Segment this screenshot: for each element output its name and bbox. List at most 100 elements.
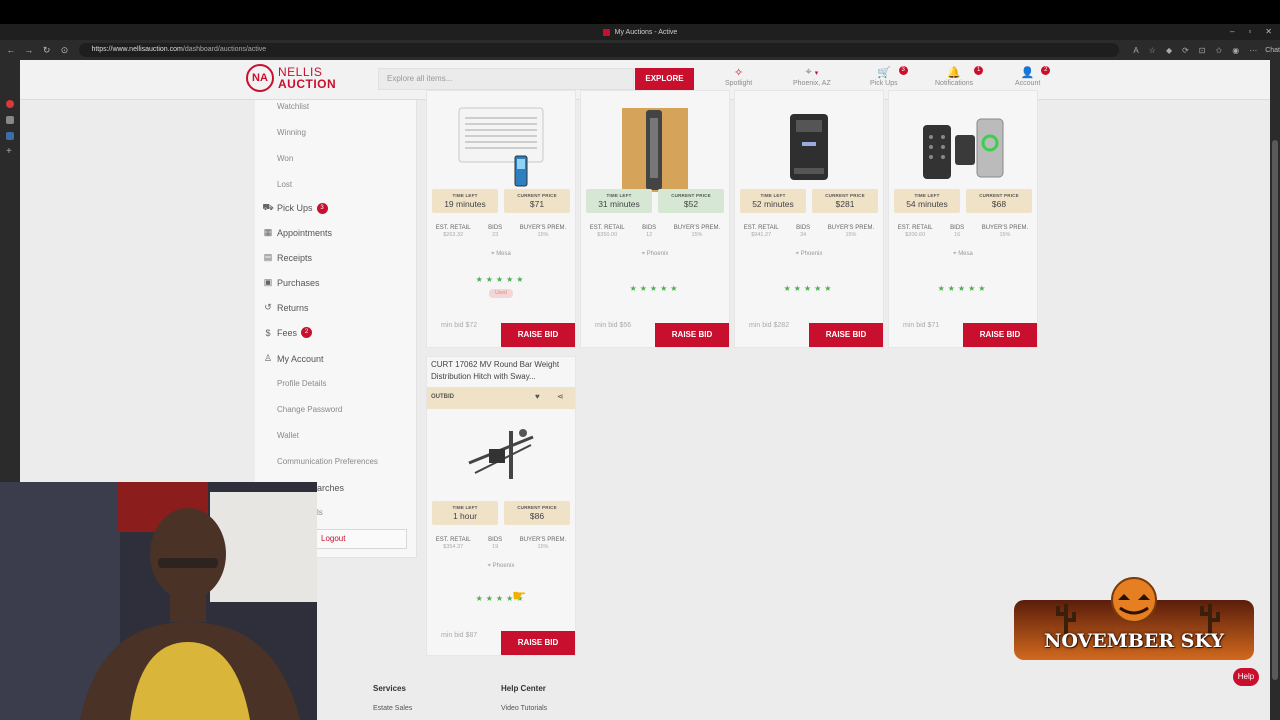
footer-heading-services: Services <box>373 684 406 693</box>
sidebar-item-my-account[interactable]: ♙ My Account <box>262 353 324 364</box>
site-logo[interactable]: NA NELLIS AUCTION <box>246 64 336 92</box>
min-bid: min bid $87 <box>441 632 478 639</box>
maximize-icon[interactable]: ▫ <box>1248 27 1251 36</box>
auction-card[interactable]: TIME LEFT 52 minutes CURRENT PRICE $281 ES… <box>734 90 884 348</box>
rating-stars: ★★★★★ <box>475 275 527 284</box>
sidebar-item-pickups[interactable]: ⛟ Pick Ups 3 <box>262 202 328 214</box>
menu-icon[interactable]: ⋯ <box>1249 46 1257 55</box>
translate-icon[interactable]: A <box>1133 46 1138 55</box>
footer-link-estate-sales[interactable]: Estate Sales <box>373 705 412 712</box>
auction-card[interactable]: TIME LEFT 54 minutes CURRENT PRICE $68 EST… <box>888 90 1038 348</box>
sidebar-item-won[interactable]: Won <box>277 154 293 163</box>
pickups-badge: 3 <box>316 202 328 214</box>
scrollbar-thumb[interactable] <box>1272 140 1278 680</box>
url-field[interactable]: https://www.nellisauction.com/dashboard/… <box>79 43 1120 57</box>
product-image-air-conditioner[interactable] <box>427 99 575 195</box>
auction-card[interactable]: TIME LEFT 19 minutes CURRENT PRICE $71 EST… <box>426 90 576 348</box>
account-count-badge: 2 <box>1041 66 1051 75</box>
sidebar-item-returns[interactable]: ↺ Returns <box>262 302 308 313</box>
window-controls: – ▫ ✕ <box>1230 27 1272 36</box>
min-bid: min bid $56 <box>595 322 632 329</box>
heart-icon[interactable]: ♥ <box>535 392 540 401</box>
sidebar-item-saved-searches[interactable]: arches <box>317 483 344 493</box>
spotlight-icon: ✧ <box>734 67 744 79</box>
nav-notifications[interactable]: 🔔 1 Notifications <box>935 66 984 87</box>
product-image-hitch-bar[interactable] <box>581 107 729 193</box>
nav-pickups[interactable]: 🛒 3 Pick Ups <box>870 66 908 87</box>
sidebar-item-receipts[interactable]: ▤ Receipts <box>262 252 312 263</box>
raise-bid-button[interactable]: RAISE BID <box>501 323 575 347</box>
browser-title-bar: My Auctions - Active – ▫ ✕ <box>0 24 1280 40</box>
favorites-icon[interactable]: ✩ <box>1216 46 1223 55</box>
current-price-box: CURRENT PRICE $71 <box>504 189 570 213</box>
refresh-extension-icon[interactable]: ⟳ <box>1182 46 1189 55</box>
dollar-icon: $ <box>265 327 271 338</box>
sidebar-item-profile-details[interactable]: Profile Details <box>277 379 326 388</box>
bell-icon: 🔔 1 <box>935 66 984 80</box>
receipt-icon: ▤ <box>263 252 273 262</box>
pickups-count-badge: 3 <box>898 66 908 75</box>
explore-button[interactable]: EXPLORE <box>635 68 694 90</box>
nav-location[interactable]: ⌖ ▾ Phoenix, AZ <box>793 66 831 87</box>
location: ⌖ Phoenix <box>487 563 515 569</box>
time-left-box: TIME LEFT 31 minutes <box>586 189 652 213</box>
tab-icon-active[interactable] <box>6 100 14 108</box>
raise-bid-button[interactable]: RAISE BID <box>655 323 729 347</box>
sidebar-item-wallet[interactable]: Wallet <box>277 431 299 440</box>
time-left-box: TIME LEFT 54 minutes <box>894 189 960 213</box>
site-info-icon[interactable]: ⊙ <box>58 45 72 56</box>
search-input[interactable]: Explore all items... <box>378 68 634 90</box>
profile-icon[interactable]: ◉ <box>1232 46 1239 55</box>
close-icon[interactable]: ✕ <box>1265 27 1272 36</box>
footer-heading-help-center: Help Center <box>501 684 546 693</box>
raise-bid-button[interactable]: RAISE BID <box>963 323 1037 347</box>
rating-stars: ★★★★★ <box>475 594 527 603</box>
rating-stars: ★★★★★ <box>783 284 835 293</box>
sidebar-item-fees[interactable]: $ Fees 2 <box>262 327 313 338</box>
cart-icon: 🛒 3 <box>870 66 908 80</box>
auction-card-outbid[interactable]: CURT 17062 MV Round Bar Weight Distribut… <box>426 356 576 656</box>
stats-row: EST. RETAIL $941.27 BIDS 34 BUYER'S PREM. 1… <box>743 225 875 238</box>
forward-icon[interactable]: → <box>22 45 36 55</box>
back-icon[interactable]: ← <box>4 45 18 55</box>
stats-row: EST. RETAIL $350.00 BIDS 12 BUYER'S PREM. 1… <box>589 225 721 238</box>
product-image-smart-lock[interactable] <box>889 107 1037 193</box>
sidebar-item-change-password[interactable]: Change Password <box>277 405 342 414</box>
collections-icon[interactable]: ⊡ <box>1199 46 1206 55</box>
help-button[interactable]: Help <box>1233 668 1259 686</box>
nav-account[interactable]: 👤 2 Account <box>1015 66 1051 87</box>
logo-mark: NA <box>246 64 274 92</box>
extension-icon[interactable]: ◆ <box>1166 46 1172 55</box>
product-image-water-dispenser[interactable] <box>735 105 883 193</box>
minimize-icon[interactable]: – <box>1230 27 1234 36</box>
sidebar-item-watchlist[interactable]: Watchlist <box>277 102 309 111</box>
nav-spotlight[interactable]: ✧ Spotlight <box>725 66 752 87</box>
min-bid: min bid $72 <box>441 322 478 329</box>
page-scrollbar[interactable] <box>1270 60 1280 720</box>
location: ⌖ Mesa <box>491 251 511 257</box>
new-tab-icon[interactable]: + <box>6 147 14 157</box>
logout-button[interactable]: Logout <box>315 529 407 549</box>
reload-icon[interactable]: ↻ <box>40 45 54 56</box>
bookmark-star-icon[interactable]: ☆ <box>1149 46 1156 55</box>
outbid-label: OUTBID <box>431 394 454 400</box>
stats-row: EST. RETAIL $200.60 BIDS 16 BUYER'S PREM. 1… <box>897 225 1029 238</box>
auction-card[interactable]: TIME LEFT 31 minutes CURRENT PRICE $52 EST… <box>580 90 730 348</box>
sidebar-item-partial[interactable]: ls <box>317 508 323 517</box>
sidebar-item-lost[interactable]: Lost <box>277 180 292 189</box>
item-title[interactable]: CURT 17062 MV Round Bar Weight Distribut… <box>431 359 571 383</box>
sidebar-item-communication-preferences[interactable]: Communication Preferences <box>277 457 378 466</box>
chat-button[interactable]: Chat <box>1265 47 1280 54</box>
product-image-weight-distribution-hitch[interactable] <box>427 415 575 493</box>
rating-stars: ★★★★★ <box>629 284 681 293</box>
sidebar-item-purchases[interactable]: ▣ Purchases <box>262 277 320 288</box>
sidebar-item-winning[interactable]: Winning <box>277 128 306 137</box>
tab-icon[interactable] <box>6 132 14 140</box>
min-bid: min bid $71 <box>903 322 940 329</box>
sidebar-item-appointments[interactable]: ▦ Appointments <box>262 227 332 238</box>
raise-bid-button[interactable]: RAISE BID <box>501 631 575 655</box>
tab-icon[interactable] <box>6 116 14 124</box>
footer-link-video-tutorials[interactable]: Video Tutorials <box>501 705 547 712</box>
raise-bid-button[interactable]: RAISE BID <box>809 323 883 347</box>
share-icon[interactable]: ⋖ <box>557 392 564 401</box>
